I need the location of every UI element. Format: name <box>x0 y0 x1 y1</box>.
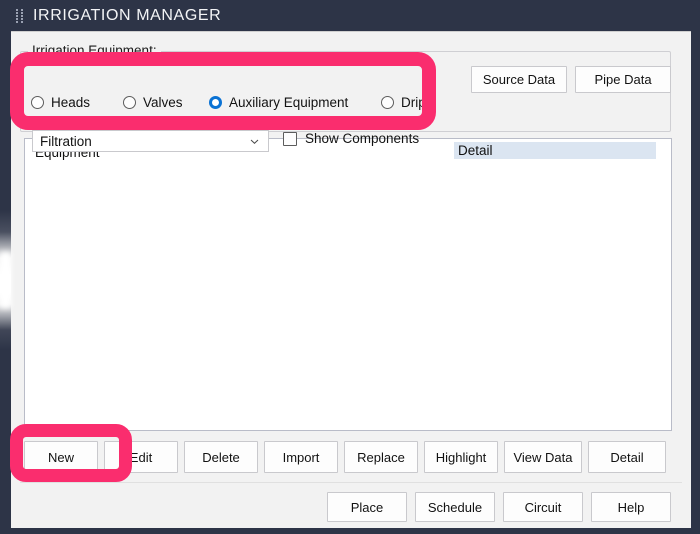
title-bar[interactable]: IRRIGATION MANAGER <box>0 0 700 31</box>
schedule-button[interactable]: Schedule <box>415 492 495 522</box>
footer-buttons-row: Place Schedule Circuit Help <box>327 492 671 522</box>
detail-column-header[interactable]: Detail <box>454 142 656 159</box>
equipment-type-dropdown[interactable]: Filtration <box>32 130 269 152</box>
edit-button[interactable]: Edit <box>104 441 178 473</box>
radio-label-auxiliary-equipment: Auxiliary Equipment <box>229 95 349 110</box>
irrigation-equipment-legend: Irrigation Equipment: <box>28 43 161 58</box>
equipment-type-dropdown-value: Filtration <box>40 133 92 149</box>
show-components-checkbox[interactable]: Show Components <box>283 131 419 146</box>
footer-divider <box>20 482 682 483</box>
delete-button[interactable]: Delete <box>184 441 258 473</box>
radio-dot-auxiliary-equipment <box>209 96 222 109</box>
checkbox-box-show-components <box>283 131 297 146</box>
radio-label-drip: Drip <box>401 95 426 110</box>
radio-dot-heads <box>31 96 44 109</box>
irrigation-manager-window: IRRIGATION MANAGER Irrigation Equipment:… <box>0 0 700 534</box>
radio-label-heads: Heads <box>51 95 91 110</box>
highlight-button[interactable]: Highlight <box>424 441 498 473</box>
equipment-list-panel[interactable]: Equipment Detail <box>24 138 672 431</box>
window-right-edge <box>691 0 700 534</box>
show-components-label: Show Components <box>305 131 420 146</box>
circuit-button[interactable]: Circuit <box>503 492 583 522</box>
radio-auxiliary-equipment[interactable]: Auxiliary Equipment <box>209 95 381 110</box>
radio-valves[interactable]: Valves <box>123 95 209 110</box>
dialog-body: Irrigation Equipment: Heads Valves Auxil… <box>11 31 691 529</box>
detail-button[interactable]: Detail <box>588 441 666 473</box>
view-data-button[interactable]: View Data <box>504 441 582 473</box>
place-button[interactable]: Place <box>327 492 407 522</box>
source-data-button[interactable]: Source Data <box>471 66 567 93</box>
action-buttons-row: New Edit Delete Import Replace Highlight… <box>24 441 666 473</box>
replace-button[interactable]: Replace <box>344 441 418 473</box>
radio-label-valves: Valves <box>143 95 183 110</box>
import-button[interactable]: Import <box>264 441 338 473</box>
radio-dot-drip <box>381 96 394 109</box>
equipment-type-radio-group: Heads Valves Auxiliary Equipment Drip <box>31 95 426 110</box>
radio-drip[interactable]: Drip <box>381 95 426 110</box>
new-button[interactable]: New <box>24 441 98 473</box>
window-bottom-edge <box>0 528 700 534</box>
page-title: IRRIGATION MANAGER <box>33 6 222 24</box>
data-buttons-row: Source Data Pipe Data <box>471 66 671 93</box>
drag-handle-icon[interactable] <box>16 8 23 23</box>
help-button[interactable]: Help <box>591 492 671 522</box>
chevron-down-icon <box>250 137 259 146</box>
radio-dot-valves <box>123 96 136 109</box>
radio-heads[interactable]: Heads <box>31 95 123 110</box>
window-left-edge-glow <box>0 252 11 308</box>
pipe-data-button[interactable]: Pipe Data <box>575 66 671 93</box>
